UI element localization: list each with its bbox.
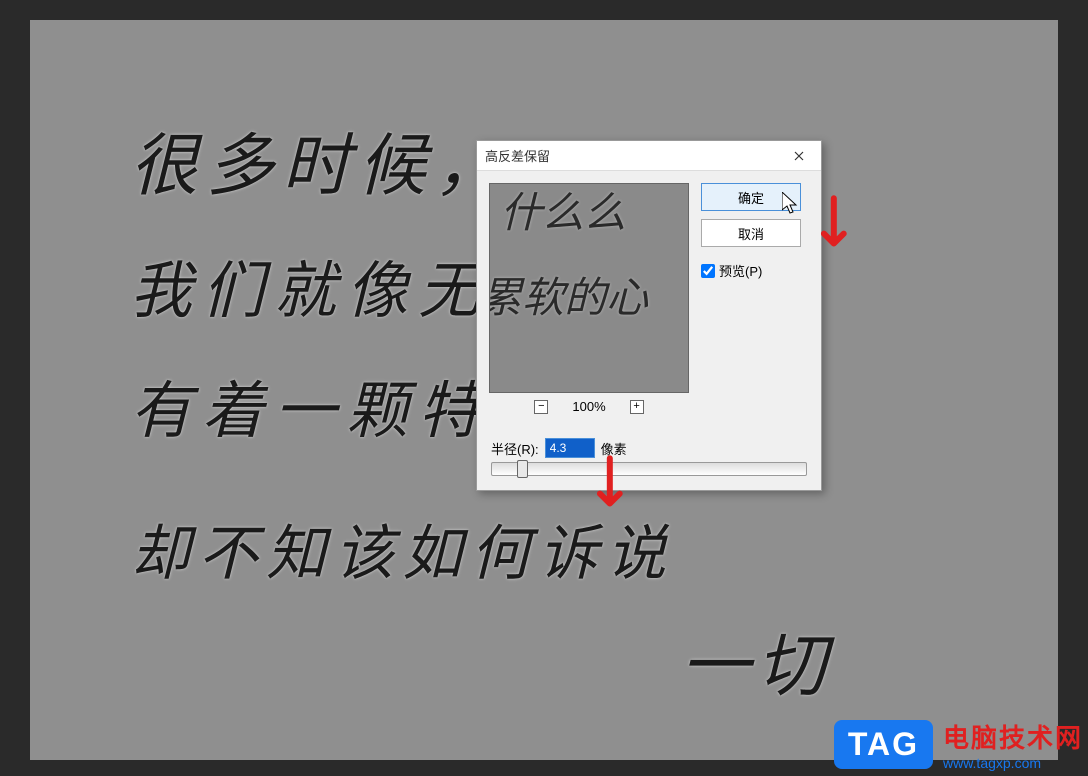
handwriting-line: 很多时候， [130, 110, 510, 209]
radius-slider-thumb[interactable] [517, 460, 528, 478]
zoom-out-button[interactable]: − [534, 400, 548, 414]
watermark-badge: TAG [834, 720, 933, 769]
radius-input[interactable] [545, 438, 595, 458]
watermark: TAG 电脑技术网 www.tagxp.com [834, 718, 1083, 771]
preview-handwriting: 累软的心 [489, 264, 648, 325]
filter-preview[interactable]: 什么么 累软的心 [489, 183, 689, 393]
close-button[interactable] [785, 145, 813, 167]
preview-checkbox[interactable] [701, 264, 715, 278]
zoom-in-button[interactable]: + [630, 400, 644, 414]
cancel-button[interactable]: 取消 [701, 219, 801, 247]
preview-checkbox-row[interactable]: 预览(P) [701, 261, 801, 280]
preview-handwriting: 什么么 [500, 183, 626, 240]
dialog-titlebar[interactable]: 高反差保留 [477, 141, 821, 171]
watermark-url: www.tagxp.com [943, 755, 1083, 771]
zoom-level: 100% [572, 399, 605, 414]
watermark-title: 电脑技术网 [943, 718, 1083, 755]
radius-label: 半径(R): [491, 439, 539, 458]
high-pass-dialog: 高反差保留 什么么 累软的心 − 100% + 确定 取消 预览(P) [476, 140, 822, 491]
radius-slider[interactable] [491, 462, 807, 476]
dialog-title: 高反差保留 [485, 146, 550, 165]
close-icon [794, 151, 804, 161]
radius-unit: 像素 [601, 439, 627, 458]
handwriting-signature: 一切 [680, 610, 832, 711]
preview-checkbox-label: 预览(P) [719, 261, 762, 280]
ok-button[interactable]: 确定 [701, 183, 801, 211]
handwriting-line: 却不知该如何诉说 [130, 505, 674, 592]
